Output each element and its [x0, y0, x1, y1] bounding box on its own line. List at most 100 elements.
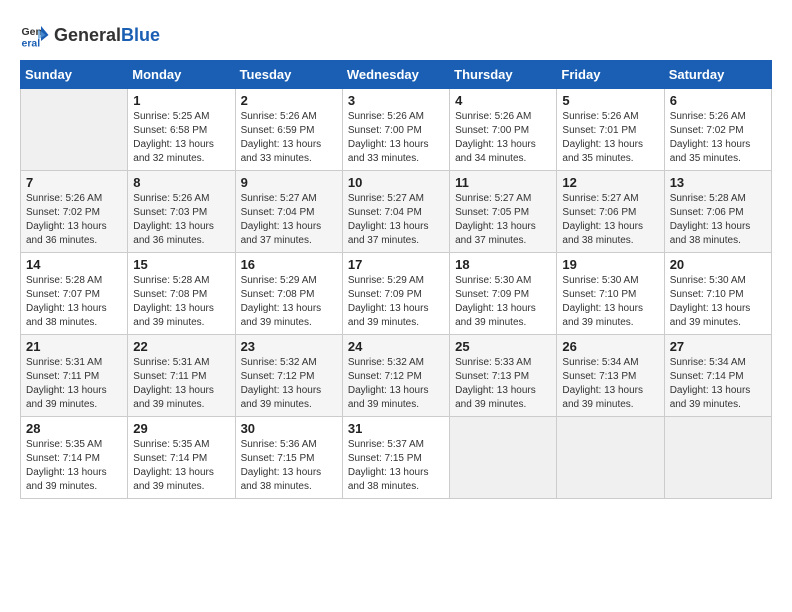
day-info: Sunrise: 5:32 AMSunset: 7:12 PMDaylight:… — [348, 356, 444, 412]
day-number: 1 — [133, 93, 229, 108]
day-number: 20 — [670, 257, 766, 272]
day-number: 15 — [133, 257, 229, 272]
weekday-tuesday: Tuesday — [235, 61, 342, 89]
day-number: 18 — [455, 257, 551, 272]
day-info: Sunrise: 5:26 AMSunset: 7:03 PMDaylight:… — [133, 192, 229, 248]
day-number: 5 — [562, 93, 658, 108]
day-info: Sunrise: 5:26 AMSunset: 7:01 PMDaylight:… — [562, 110, 658, 166]
calendar-cell: 22 Sunrise: 5:31 AMSunset: 7:11 PMDayligh… — [128, 335, 235, 417]
logo-blue: Blue — [121, 25, 160, 45]
day-info: Sunrise: 5:26 AMSunset: 7:00 PMDaylight:… — [455, 110, 551, 166]
week-row-4: 28 Sunrise: 5:35 AMSunset: 7:14 PMDayligh… — [21, 417, 772, 499]
day-number: 13 — [670, 175, 766, 190]
day-number: 21 — [26, 339, 122, 354]
day-info: Sunrise: 5:26 AMSunset: 7:00 PMDaylight:… — [348, 110, 444, 166]
day-number: 28 — [26, 421, 122, 436]
calendar-cell: 27Sunrise: 5:34 AMSunset: 7:14 PMDayligh… — [664, 335, 771, 417]
calendar-table: SundayMondayTuesdayWednesdayThursdayFrid… — [20, 60, 772, 499]
calendar-cell: 21 Sunrise: 5:31 AMSunset: 7:11 PMDayligh… — [21, 335, 128, 417]
calendar-cell: 24 Sunrise: 5:32 AMSunset: 7:12 PMDayligh… — [342, 335, 449, 417]
day-number: 17 — [348, 257, 444, 272]
weekday-wednesday: Wednesday — [342, 61, 449, 89]
calendar-cell: 10 Sunrise: 5:27 AMSunset: 7:04 PMDayligh… — [342, 171, 449, 253]
calendar-cell: 5 Sunrise: 5:26 AMSunset: 7:01 PMDaylight… — [557, 89, 664, 171]
day-number: 11 — [455, 175, 551, 190]
calendar-cell: 30 Sunrise: 5:36 AMSunset: 7:15 PMDayligh… — [235, 417, 342, 499]
calendar-cell: 23Sunrise: 5:32 AMSunset: 7:12 PMDayligh… — [235, 335, 342, 417]
day-info: Sunrise: 5:28 AMSunset: 7:08 PMDaylight:… — [133, 274, 229, 330]
day-number: 10 — [348, 175, 444, 190]
day-number: 4 — [455, 93, 551, 108]
calendar-cell: 26 Sunrise: 5:34 AMSunset: 7:13 PMDayligh… — [557, 335, 664, 417]
calendar-cell: 19 Sunrise: 5:30 AMSunset: 7:10 PMDayligh… — [557, 253, 664, 335]
day-info: Sunrise: 5:28 AMSunset: 7:06 PMDaylight:… — [670, 192, 766, 248]
day-number: 7 — [26, 175, 122, 190]
calendar-cell: 2Sunrise: 5:26 AMSunset: 6:59 PMDaylight… — [235, 89, 342, 171]
calendar-header: SundayMondayTuesdayWednesdayThursdayFrid… — [21, 61, 772, 89]
day-info: Sunrise: 5:30 AMSunset: 7:10 PMDaylight:… — [670, 274, 766, 330]
calendar-cell: 7Sunrise: 5:26 AMSunset: 7:02 PMDaylight… — [21, 171, 128, 253]
day-number: 14 — [26, 257, 122, 272]
day-info: Sunrise: 5:36 AMSunset: 7:15 PMDaylight:… — [241, 438, 337, 494]
week-row-1: 7Sunrise: 5:26 AMSunset: 7:02 PMDaylight… — [21, 171, 772, 253]
weekday-saturday: Saturday — [664, 61, 771, 89]
day-number: 30 — [241, 421, 337, 436]
calendar-cell: 3 Sunrise: 5:26 AMSunset: 7:00 PMDaylight… — [342, 89, 449, 171]
day-info: Sunrise: 5:30 AMSunset: 7:09 PMDaylight:… — [455, 274, 551, 330]
day-number: 31 — [348, 421, 444, 436]
day-info: Sunrise: 5:30 AMSunset: 7:10 PMDaylight:… — [562, 274, 658, 330]
calendar-cell — [557, 417, 664, 499]
day-info: Sunrise: 5:34 AMSunset: 7:13 PMDaylight:… — [562, 356, 658, 412]
weekday-monday: Monday — [128, 61, 235, 89]
calendar-cell: 8 Sunrise: 5:26 AMSunset: 7:03 PMDaylight… — [128, 171, 235, 253]
day-info: Sunrise: 5:32 AMSunset: 7:12 PMDaylight:… — [241, 356, 337, 412]
day-number: 8 — [133, 175, 229, 190]
calendar-cell: 31 Sunrise: 5:37 AMSunset: 7:15 PMDayligh… — [342, 417, 449, 499]
day-info: Sunrise: 5:37 AMSunset: 7:15 PMDaylight:… — [348, 438, 444, 494]
logo: Gen eral GeneralBlue — [20, 20, 160, 50]
svg-text:eral: eral — [22, 37, 41, 49]
day-info: Sunrise: 5:27 AMSunset: 7:04 PMDaylight:… — [241, 192, 337, 248]
day-number: 9 — [241, 175, 337, 190]
day-number: 22 — [133, 339, 229, 354]
weekday-friday: Friday — [557, 61, 664, 89]
day-number: 25 — [455, 339, 551, 354]
day-info: Sunrise: 5:27 AMSunset: 7:05 PMDaylight:… — [455, 192, 551, 248]
day-info: Sunrise: 5:34 AMSunset: 7:14 PMDaylight:… — [670, 356, 766, 412]
day-number: 2 — [241, 93, 337, 108]
day-info: Sunrise: 5:33 AMSunset: 7:13 PMDaylight:… — [455, 356, 551, 412]
calendar-cell: 13 Sunrise: 5:28 AMSunset: 7:06 PMDayligh… — [664, 171, 771, 253]
day-info: Sunrise: 5:26 AMSunset: 7:02 PMDaylight:… — [670, 110, 766, 166]
day-number: 26 — [562, 339, 658, 354]
week-row-0: 1 Sunrise: 5:25 AMSunset: 6:58 PMDaylight… — [21, 89, 772, 171]
day-info: Sunrise: 5:31 AMSunset: 7:11 PMDaylight:… — [133, 356, 229, 412]
calendar-cell — [21, 89, 128, 171]
calendar-cell: 15 Sunrise: 5:28 AMSunset: 7:08 PMDayligh… — [128, 253, 235, 335]
day-number: 19 — [562, 257, 658, 272]
calendar-cell: 20 Sunrise: 5:30 AMSunset: 7:10 PMDayligh… — [664, 253, 771, 335]
calendar-cell: 25 Sunrise: 5:33 AMSunset: 7:13 PMDayligh… — [450, 335, 557, 417]
day-number: 29 — [133, 421, 229, 436]
weekday-thursday: Thursday — [450, 61, 557, 89]
day-info: Sunrise: 5:29 AMSunset: 7:09 PMDaylight:… — [348, 274, 444, 330]
header: Gen eral GeneralBlue — [20, 20, 772, 50]
weekday-sunday: Sunday — [21, 61, 128, 89]
calendar-cell: 6Sunrise: 5:26 AMSunset: 7:02 PMDaylight… — [664, 89, 771, 171]
day-number: 3 — [348, 93, 444, 108]
day-info: Sunrise: 5:29 AMSunset: 7:08 PMDaylight:… — [241, 274, 337, 330]
day-number: 24 — [348, 339, 444, 354]
calendar-body: 1 Sunrise: 5:25 AMSunset: 6:58 PMDaylight… — [21, 89, 772, 499]
calendar-cell: 29 Sunrise: 5:35 AMSunset: 7:14 PMDayligh… — [128, 417, 235, 499]
day-info: Sunrise: 5:27 AMSunset: 7:04 PMDaylight:… — [348, 192, 444, 248]
calendar-cell — [664, 417, 771, 499]
calendar-cell: 9 Sunrise: 5:27 AMSunset: 7:04 PMDaylight… — [235, 171, 342, 253]
calendar-cell: 11 Sunrise: 5:27 AMSunset: 7:05 PMDayligh… — [450, 171, 557, 253]
calendar-cell: 17 Sunrise: 5:29 AMSunset: 7:09 PMDayligh… — [342, 253, 449, 335]
calendar-cell — [450, 417, 557, 499]
calendar-cell: 18 Sunrise: 5:30 AMSunset: 7:09 PMDayligh… — [450, 253, 557, 335]
day-info: Sunrise: 5:35 AMSunset: 7:14 PMDaylight:… — [133, 438, 229, 494]
day-info: Sunrise: 5:31 AMSunset: 7:11 PMDaylight:… — [26, 356, 122, 412]
day-number: 12 — [562, 175, 658, 190]
day-info: Sunrise: 5:25 AMSunset: 6:58 PMDaylight:… — [133, 110, 229, 166]
calendar-cell: 14Sunrise: 5:28 AMSunset: 7:07 PMDayligh… — [21, 253, 128, 335]
